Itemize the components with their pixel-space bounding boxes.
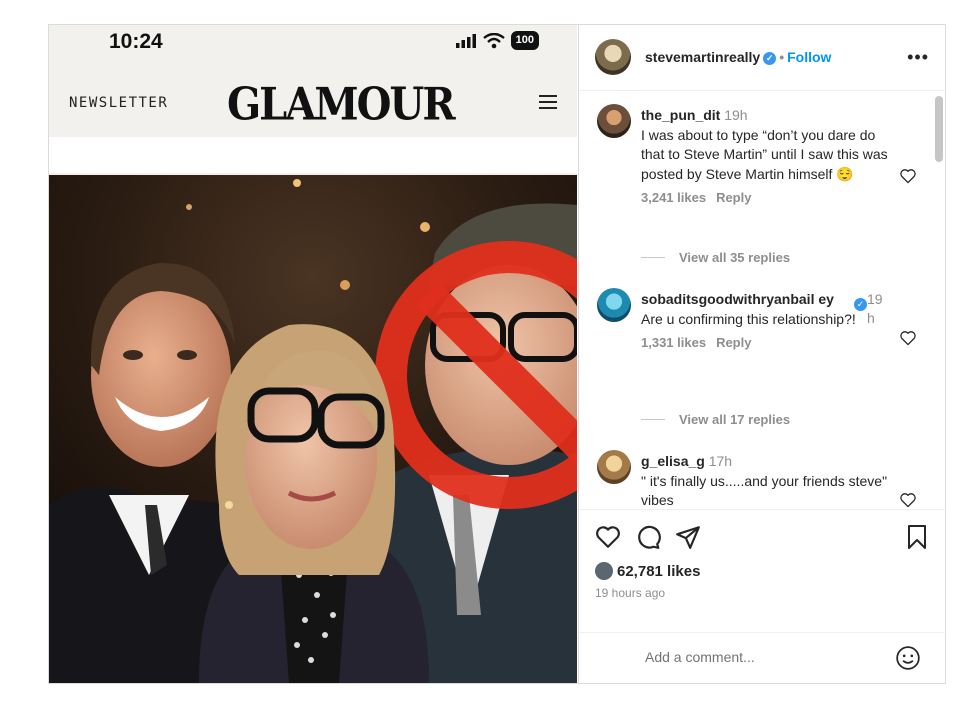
post-header: stevemartinreally ✓ • Follow ••• <box>579 25 947 91</box>
status-bar: 10:24 100 <box>49 25 577 65</box>
screenshot-frame: 10:24 100 NEWSLETTER GLAMOUR stevemartin… <box>48 24 947 684</box>
glamour-logo[interactable]: GLAMOUR <box>227 78 456 131</box>
battery-icon: 100 <box>510 31 539 50</box>
comment-text: Are u confirming this relationship?! <box>641 310 856 327</box>
like-comment-heart-icon[interactable] <box>899 168 917 184</box>
instagram-panel: stevemartinreally ✓ • Follow ••• the_pun_di… <box>578 25 947 683</box>
newsletter-link[interactable]: NEWSLETTER <box>69 95 168 111</box>
comment-likes[interactable]: 3,241 likes <box>641 190 706 205</box>
post-actions: 62,781 likes 19 hours ago <box>579 509 947 683</box>
comment-text: I was about to type “don’t you dare do t… <box>641 126 888 182</box>
status-time: 10:24 <box>109 30 163 53</box>
status-icons: 100 <box>455 31 539 50</box>
photo-illustration <box>49 175 577 683</box>
comment-bubble-icon[interactable] <box>635 524 661 550</box>
comment-body: g_elisa_g 17h " it's finally us.....and … <box>641 452 891 508</box>
share-send-icon[interactable] <box>675 524 701 550</box>
comment-item: g_elisa_g 17h " it's finally us.....and … <box>597 450 917 508</box>
comment-body: sobaditsgoodwithryanbail ey Are u confir… <box>641 290 861 353</box>
comment-time: 19h <box>724 107 748 123</box>
more-options-icon[interactable]: ••• <box>907 47 929 68</box>
commenter-avatar[interactable] <box>597 450 631 484</box>
follow-button[interactable]: Follow <box>787 49 831 65</box>
comment-username[interactable]: g_elisa_g <box>641 453 705 469</box>
like-comment-heart-icon[interactable] <box>899 330 917 346</box>
comment-likes[interactable]: 1,331 likes <box>641 335 706 350</box>
comment-body: the_pun_dit 19h I was about to type “don… <box>641 106 891 208</box>
commenter-avatar[interactable] <box>597 104 631 138</box>
action-icons <box>595 524 701 550</box>
comment-meta: 3,241 likes Reply <box>641 188 891 208</box>
add-comment-input[interactable] <box>645 649 885 665</box>
verified-badge-icon: ✓ <box>854 298 867 311</box>
save-bookmark-icon[interactable] <box>905 524 929 550</box>
scrollbar[interactable] <box>935 96 943 162</box>
view-replies-button[interactable]: View all 17 replies <box>641 412 790 427</box>
comment-username[interactable]: sobaditsgoodwithryanbail ey <box>641 291 834 307</box>
comment-meta: 1,331 likes Reply <box>641 333 861 353</box>
add-comment-row <box>579 632 947 684</box>
author-username[interactable]: stevemartinreally <box>645 49 760 65</box>
emoji-icon[interactable] <box>895 645 921 671</box>
like-heart-icon[interactable] <box>595 524 621 550</box>
post-author: stevemartinreally ✓ • Follow <box>645 49 831 65</box>
phone-screenshot: 10:24 100 NEWSLETTER GLAMOUR <box>49 25 577 683</box>
like-comment-heart-icon[interactable] <box>899 492 917 508</box>
comment-username[interactable]: the_pun_dit <box>641 107 720 123</box>
view-replies-label: View all 35 replies <box>679 250 791 265</box>
comment-time: 17h <box>708 453 733 469</box>
glamour-navbar: NEWSLETTER GLAMOUR <box>49 75 577 133</box>
likes-label: 62,781 likes <box>617 562 701 580</box>
view-replies-label: View all 17 replies <box>679 412 791 427</box>
liker-avatar <box>595 562 613 580</box>
white-band <box>49 137 577 173</box>
comment-time: 19 h <box>867 291 883 326</box>
reply-button[interactable]: Reply <box>716 335 751 350</box>
post-timestamp: 19 hours ago <box>595 586 666 600</box>
author-avatar[interactable] <box>595 39 631 75</box>
view-replies-button[interactable]: View all 35 replies <box>641 250 790 265</box>
verified-badge-icon: ✓ <box>763 52 777 65</box>
comment-text: " it's finally us.....and your friends s… <box>641 472 888 509</box>
separator-dot: • <box>779 49 785 65</box>
hamburger-menu-icon[interactable] <box>539 91 557 113</box>
reply-button[interactable]: Reply <box>716 190 751 205</box>
signal-icon <box>455 33 476 48</box>
wifi-icon <box>482 32 505 48</box>
comments-list[interactable]: the_pun_dit 19h I was about to type “don… <box>579 92 947 508</box>
article-photo <box>49 175 577 683</box>
comment-item: the_pun_dit 19h I was about to type “don… <box>597 104 917 234</box>
commenter-avatar[interactable] <box>597 288 631 322</box>
comment-item: sobaditsgoodwithryanbail ey Are u confir… <box>597 288 917 398</box>
likes-count[interactable]: 62,781 likes <box>595 562 700 580</box>
